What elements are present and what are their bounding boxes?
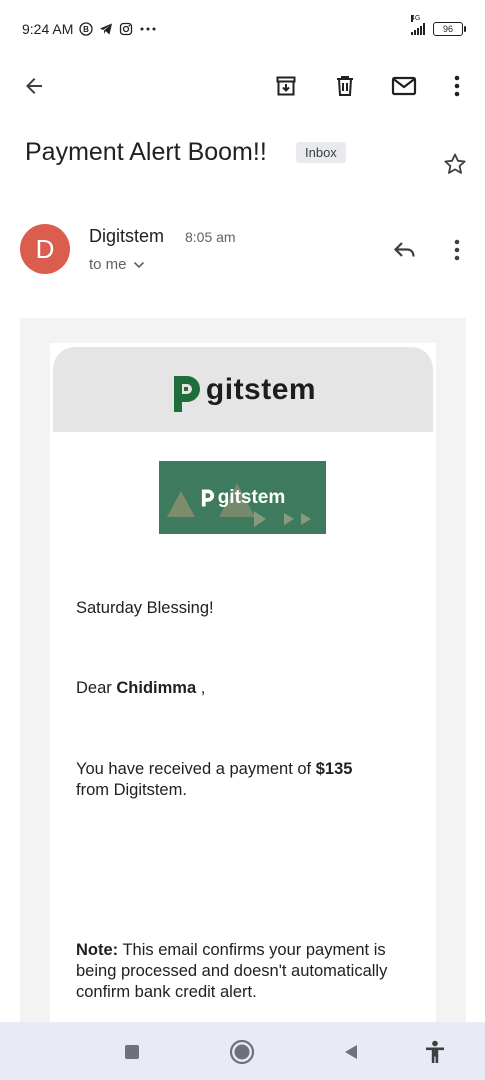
battery-indicator: 96 bbox=[433, 22, 466, 36]
email-header-banner: gitstem bbox=[53, 347, 433, 432]
svg-text:B: B bbox=[83, 25, 89, 34]
banner-decoration bbox=[284, 513, 294, 525]
salutation-prefix: Dear bbox=[76, 679, 117, 697]
sender-name: Digitstem bbox=[89, 226, 165, 246]
recipient-name: Chidimma bbox=[116, 679, 197, 697]
delete-button[interactable] bbox=[325, 66, 365, 106]
system-nav-bar bbox=[0, 1022, 485, 1080]
instagram-icon bbox=[119, 22, 133, 36]
delete-icon bbox=[337, 76, 353, 96]
b-badge-icon: B bbox=[79, 22, 94, 36]
payment-amount: $135 bbox=[315, 760, 353, 778]
back-arrow-icon bbox=[26, 78, 42, 94]
avatar-letter: D bbox=[35, 233, 55, 264]
note-label: Note: bbox=[76, 941, 119, 959]
banner-decoration bbox=[254, 511, 266, 527]
more-options-button[interactable] bbox=[437, 66, 477, 106]
more-vert-icon bbox=[454, 239, 460, 261]
star-icon bbox=[444, 153, 466, 174]
chevron-down-icon bbox=[133, 261, 144, 268]
recipient-label: to me bbox=[89, 256, 127, 273]
email-subject: Payment Alert Boom!! bbox=[25, 138, 267, 166]
mark-unread-icon bbox=[391, 76, 417, 96]
digitstem-logo-icon bbox=[201, 489, 214, 506]
back-button[interactable] bbox=[14, 66, 54, 106]
inbox-label-chip[interactable]: Inbox bbox=[296, 142, 346, 163]
back-nav-button[interactable] bbox=[333, 1034, 369, 1070]
payment-suffix: from Digitstem. bbox=[76, 781, 187, 799]
salutation-suffix: , bbox=[196, 679, 206, 697]
battery-level: 96 bbox=[442, 24, 453, 34]
email-time: 8:05 am bbox=[185, 229, 236, 245]
digitstem-logo-icon bbox=[170, 372, 204, 414]
note-paragraph: Note: This email confirms your payment i… bbox=[76, 940, 416, 1003]
signal-icon: 4G bbox=[411, 15, 425, 35]
accessibility-button[interactable] bbox=[417, 1034, 453, 1070]
banner-logo-text: gitstem bbox=[217, 486, 286, 508]
email-body-frame: gitstem gitstem Saturday Blessing! Dear … bbox=[20, 318, 466, 1022]
star-button[interactable] bbox=[435, 144, 475, 184]
email-toolbar bbox=[0, 58, 485, 114]
banner-decoration bbox=[167, 491, 195, 517]
mark-unread-button[interactable] bbox=[384, 66, 424, 106]
banner-decoration bbox=[301, 513, 311, 525]
header-logo-text: gitstem bbox=[205, 372, 317, 406]
banner-logo: gitstem bbox=[200, 486, 286, 509]
payment-message: You have received a payment of $135 from… bbox=[76, 759, 416, 801]
recents-square-icon bbox=[125, 1045, 139, 1059]
network-type: 4G bbox=[411, 15, 421, 22]
archive-button[interactable] bbox=[266, 66, 306, 106]
status-bar: 9:24 AM B 4G 96 bbox=[0, 0, 485, 58]
home-circle-icon bbox=[229, 1039, 255, 1065]
home-button[interactable] bbox=[224, 1034, 260, 1070]
note-text: This email confirms your payment is bein… bbox=[76, 941, 388, 1001]
more-dots-icon bbox=[139, 26, 157, 32]
status-time: 9:24 AM bbox=[22, 21, 74, 37]
greeting-text: Saturday Blessing! bbox=[76, 599, 214, 617]
sender-avatar[interactable]: D bbox=[20, 224, 70, 274]
back-triangle-icon bbox=[345, 1045, 357, 1059]
message-more-button[interactable] bbox=[437, 230, 477, 270]
reply-button[interactable] bbox=[385, 230, 425, 270]
reply-icon bbox=[393, 242, 415, 257]
digitstem-banner-image: gitstem bbox=[159, 461, 326, 534]
telegram-icon bbox=[99, 22, 113, 36]
salutation: Dear Chidimma , bbox=[76, 678, 416, 699]
subject-row: Payment Alert Boom!! Inbox bbox=[0, 132, 485, 182]
recents-button[interactable] bbox=[114, 1034, 150, 1070]
payment-prefix: You have received a payment of bbox=[76, 760, 316, 778]
recipient-details-toggle[interactable]: to me bbox=[89, 256, 145, 273]
email-content-card: gitstem gitstem Saturday Blessing! Dear … bbox=[50, 343, 436, 1022]
sender-row: D Digitstem 8:05 am to me bbox=[0, 220, 485, 290]
archive-icon bbox=[276, 76, 296, 96]
accessibility-icon bbox=[426, 1040, 444, 1063]
more-vert-icon bbox=[454, 75, 460, 97]
